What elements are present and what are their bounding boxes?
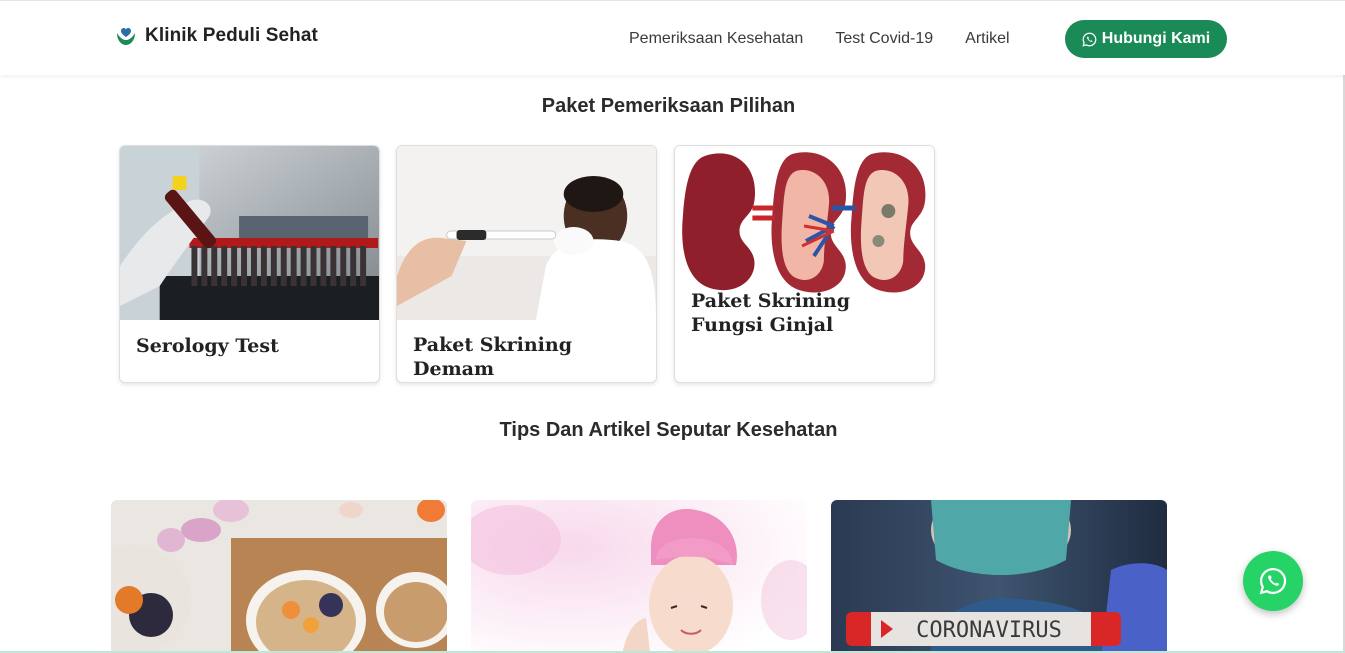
woman-skincare-photo: [471, 500, 807, 653]
blood-sample-tubes-photo: [120, 146, 379, 320]
contact-button[interactable]: Hubungi Kami: [1065, 20, 1227, 58]
package-title: Paket Skrining Demam: [413, 334, 572, 380]
articles-title: Tips Dan Artikel Seputar Kesehatan: [499, 419, 838, 441]
brand-name: Klinik Peduli Sehat: [145, 25, 318, 46]
nav-link-pemeriksaan-kesehatan[interactable]: Pemeriksaan Kesehatan: [629, 30, 803, 48]
tube-label-text: CORONAVIRUS: [916, 618, 1062, 643]
article-card-healthy-food[interactable]: [111, 500, 447, 653]
package-title: Serology Test: [136, 335, 279, 357]
whatsapp-floating-button[interactable]: [1243, 551, 1303, 611]
whatsapp-icon: [1259, 567, 1287, 595]
leaf-heart-icon: [117, 27, 135, 45]
contact-button-label: Hubungi Kami: [1101, 30, 1211, 47]
whatsapp-icon: [1082, 32, 1097, 47]
thermometer-sick-man-photo: [397, 146, 656, 320]
nav-links: Pemeriksaan Kesehatan Test Covid-19 Arti…: [629, 30, 1010, 48]
package-title: Paket Skrining Fungsi Ginjal: [691, 290, 850, 336]
nav-link-artikel[interactable]: Artikel: [965, 30, 1009, 48]
healthy-breakfast-bowl-photo: [111, 500, 447, 653]
package-card-skrining-demam[interactable]: Paket Skrining Demam: [396, 145, 657, 383]
brand[interactable]: Klinik Peduli Sehat: [115, 25, 318, 47]
nav-link-test-covid[interactable]: Test Covid-19: [835, 30, 933, 48]
packages-title: Paket Pemeriksaan Pilihan: [541, 95, 796, 117]
coronavirus-test-tube-photo: CORONAVIRUS: [831, 500, 1167, 653]
article-card-skincare[interactable]: [471, 500, 807, 653]
package-card-serology[interactable]: Serology Test: [119, 145, 380, 383]
article-card-coronavirus[interactable]: CORONAVIRUS: [831, 500, 1167, 653]
navbar: Klinik Peduli Sehat Pemeriksaan Kesehata…: [0, 0, 1345, 75]
package-card-skrining-ginjal[interactable]: Paket Skrining Fungsi Ginjal: [674, 145, 935, 383]
